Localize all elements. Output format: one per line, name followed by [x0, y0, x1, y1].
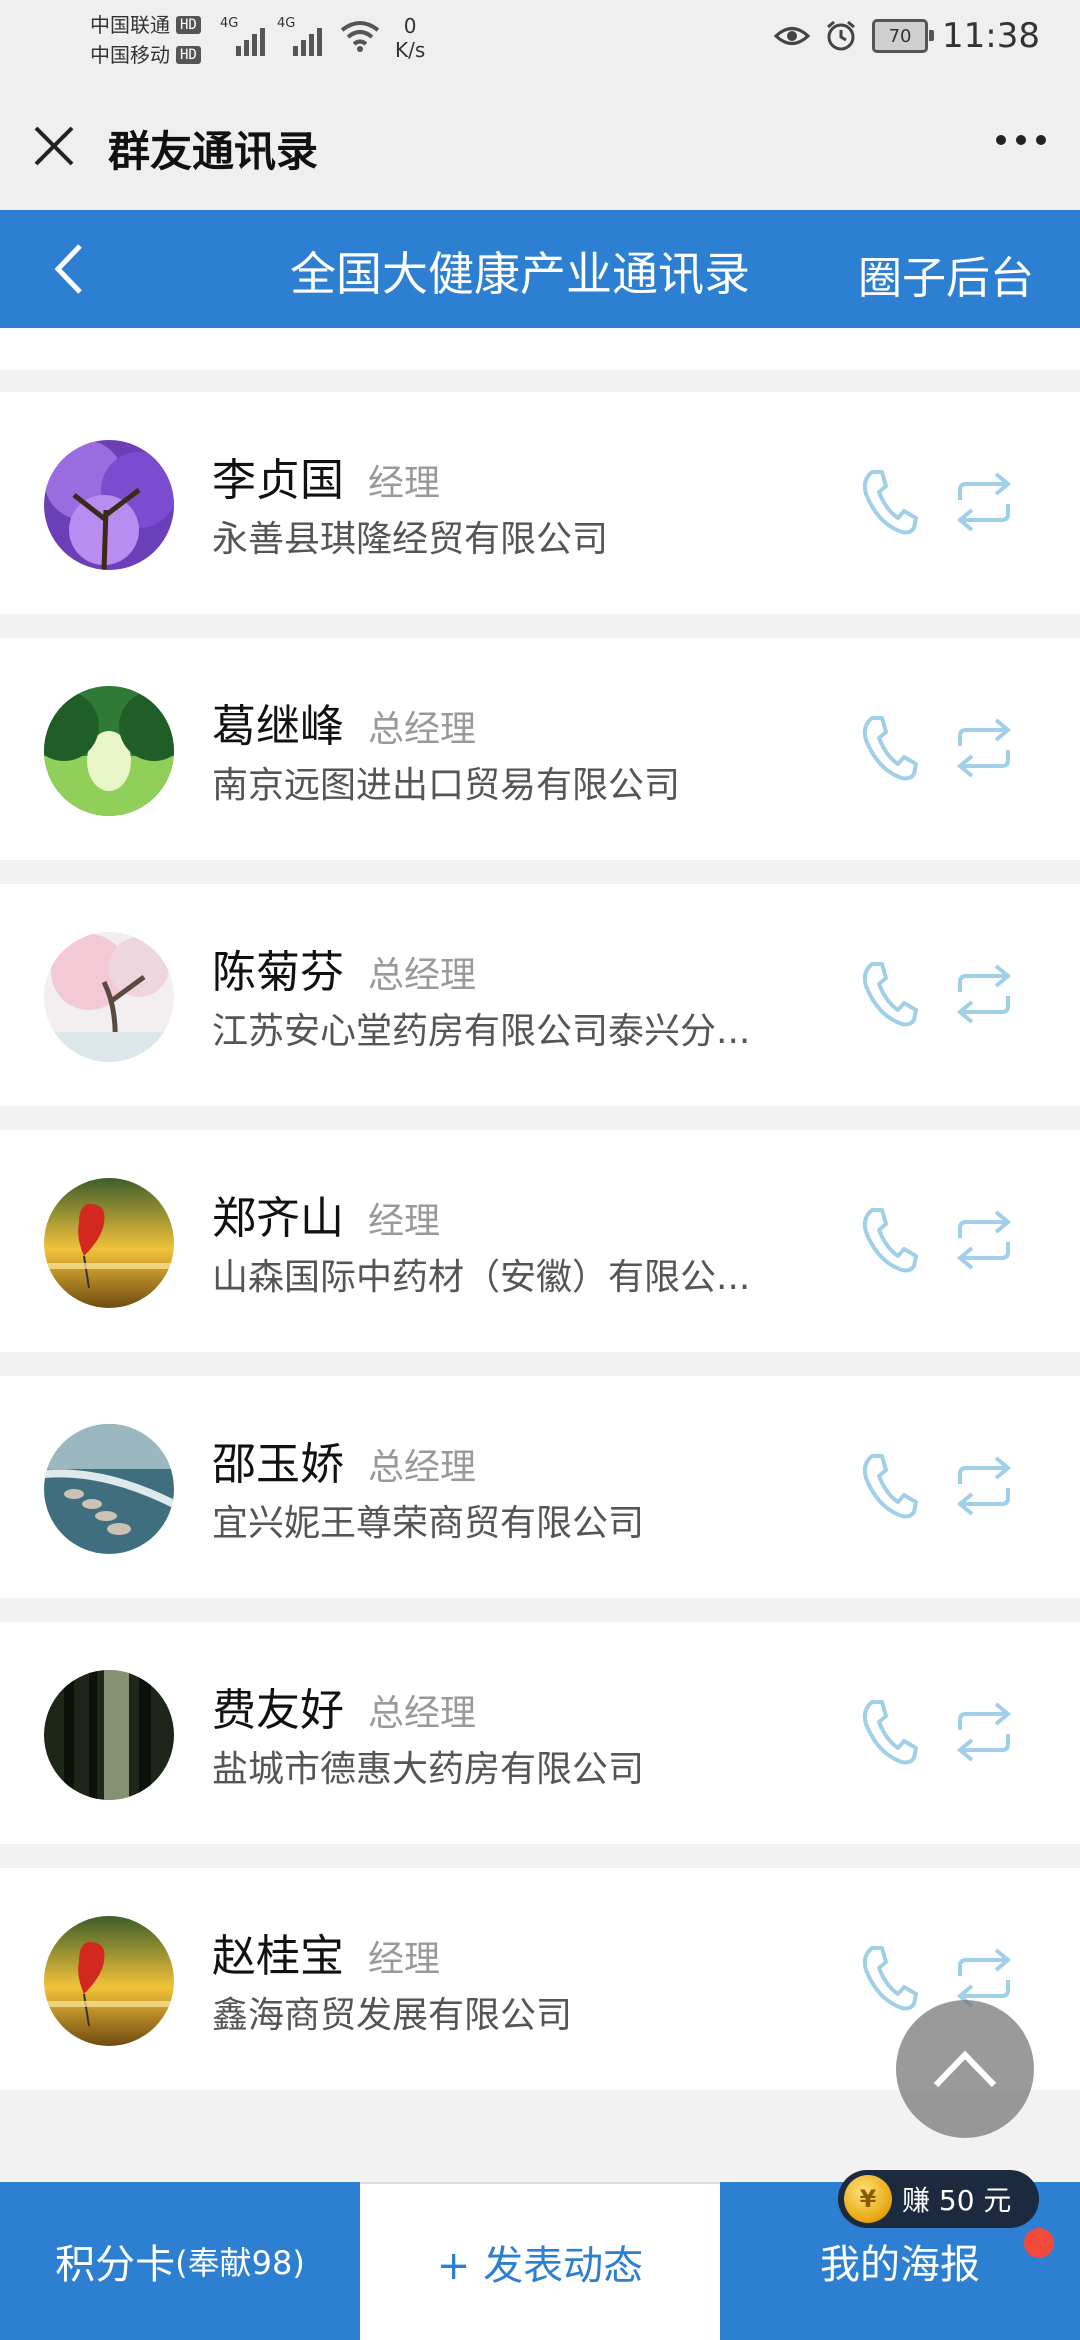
phone-icon[interactable] [858, 466, 918, 536]
contact-title: 总经理 [368, 709, 477, 750]
contact-name: 赵桂宝 经理 [212, 1931, 441, 1982]
contact-card[interactable]: 邵玉娇 总经理宜兴妮王尊荣商贸有限公司 [0, 1376, 1080, 1598]
earn-badge[interactable]: ¥ 赚 50 元 [838, 2170, 1040, 2228]
contact-list: 李贞国 经理永善县琪隆经贸有限公司葛继峰 总经理南京远图进出口贸易有限公司陈菊芬 总经… [0, 328, 1080, 2114]
contact-name: 费友好 总经理 [212, 1685, 477, 1736]
exchange-card-icon[interactable] [952, 964, 1016, 1024]
contact-company: 盐城市德惠大药房有限公司 [212, 1749, 645, 1790]
contact-title: 总经理 [368, 955, 477, 996]
exchange-card-icon[interactable] [952, 1702, 1016, 1762]
contact-company: 鑫海商贸发展有限公司 [212, 1995, 573, 2036]
wifi-icon [340, 21, 380, 52]
close-icon[interactable] [28, 120, 80, 172]
contact-company: 南京远图进出口贸易有限公司 [212, 765, 681, 806]
avatar[interactable] [44, 1424, 174, 1554]
clock: 11:38 [942, 16, 1040, 56]
contact-title: 经理 [368, 1201, 441, 1242]
contact-name: 邵玉娇 总经理 [212, 1439, 477, 1490]
contact-title: 总经理 [368, 1693, 477, 1734]
scroll-top-button[interactable] [896, 2000, 1034, 2138]
points-card-button[interactable]: 积分卡 (奉献98) [0, 2182, 360, 2340]
avatar[interactable] [44, 1670, 174, 1800]
list-top-strip [0, 328, 1080, 392]
contact-card[interactable]: 陈菊芬 总经理江苏安心堂药房有限公司泰兴分... [0, 884, 1080, 1106]
contact-company: 永善县琪隆经贸有限公司 [212, 519, 609, 560]
chevron-up-icon [933, 2050, 997, 2088]
contact-name: 陈菊芬 总经理 [212, 947, 477, 998]
more-options-icon[interactable] [996, 135, 1046, 145]
signal-icon: 4G [277, 16, 322, 56]
avatar[interactable] [44, 932, 174, 1062]
avatar[interactable] [44, 1916, 174, 2046]
contact-title: 经理 [368, 1939, 441, 1980]
notification-dot [1024, 2228, 1054, 2258]
contact-name: 葛继峰 总经理 [212, 701, 477, 752]
contact-card[interactable]: 葛继峰 总经理南京远图进出口贸易有限公司 [0, 638, 1080, 860]
contact-title: 经理 [368, 463, 441, 504]
avatar[interactable] [44, 440, 174, 570]
phone-icon[interactable] [858, 1204, 918, 1274]
hd-badge: HD [176, 16, 201, 34]
exchange-card-icon[interactable] [952, 1210, 1016, 1270]
avatar[interactable] [44, 686, 174, 816]
phone-icon[interactable] [858, 712, 918, 782]
phone-icon[interactable] [858, 1696, 918, 1766]
signal-icons: 4G 4G [220, 16, 322, 56]
contact-name: 郑齐山 经理 [212, 1193, 441, 1244]
earn-text: 赚 50 元 [902, 2184, 1012, 2217]
phone-icon[interactable] [858, 958, 918, 1028]
contact-name: 李贞国 经理 [212, 455, 441, 506]
battery-icon: 70 [872, 19, 935, 53]
phone-icon[interactable] [858, 1942, 918, 2012]
coin-icon: ¥ [844, 2175, 892, 2223]
contact-card[interactable]: 李贞国 经理永善县琪隆经贸有限公司 [0, 392, 1080, 614]
contact-card[interactable]: 郑齐山 经理山森国际中药材（安徽）有限公... [0, 1130, 1080, 1352]
avatar[interactable] [44, 1178, 174, 1308]
contact-title: 总经理 [368, 1447, 477, 1488]
exchange-card-icon[interactable] [952, 1456, 1016, 1516]
contact-company: 宜兴妮王尊荣商贸有限公司 [212, 1503, 645, 1544]
carrier-1: 中国联通 [90, 13, 170, 37]
network-speed: 0 K/s [395, 14, 426, 62]
signal-icon: 4G [220, 16, 265, 56]
carrier-info: 中国联通 HD 中国移动 HD [90, 10, 201, 70]
post-update-button[interactable]: + 发表动态 [360, 2182, 720, 2340]
directory-title: 全国大健康产业通讯录 [290, 247, 750, 301]
contact-card[interactable]: 费友好 总经理盐城市德惠大药房有限公司 [0, 1622, 1080, 1844]
exchange-card-icon[interactable] [952, 718, 1016, 778]
phone-icon[interactable] [858, 1450, 918, 1520]
carrier-2: 中国移动 [90, 43, 170, 67]
contact-company: 山森国际中药材（安徽）有限公... [212, 1257, 751, 1298]
page-title: 群友通讯录 [108, 127, 319, 176]
hd-badge: HD [176, 46, 201, 64]
circle-admin-link[interactable]: 圈子后台 [858, 242, 1034, 306]
contact-company: 江苏安心堂药房有限公司泰兴分... [212, 1011, 751, 1052]
alarm-icon [827, 20, 855, 51]
exchange-card-icon[interactable] [952, 472, 1016, 532]
eye-icon [774, 27, 811, 45]
exchange-card-icon[interactable] [952, 1948, 1016, 2008]
back-arrow-icon[interactable] [46, 236, 106, 302]
app-title-bar: 群友通讯录 [0, 80, 1080, 210]
directory-header: 全国大健康产业通讯录 圈子后台 [0, 210, 1080, 328]
status-bar: 中国联通 HD 中国移动 HD 4G 4G 0 K/s 70 11:38 [0, 0, 1080, 80]
